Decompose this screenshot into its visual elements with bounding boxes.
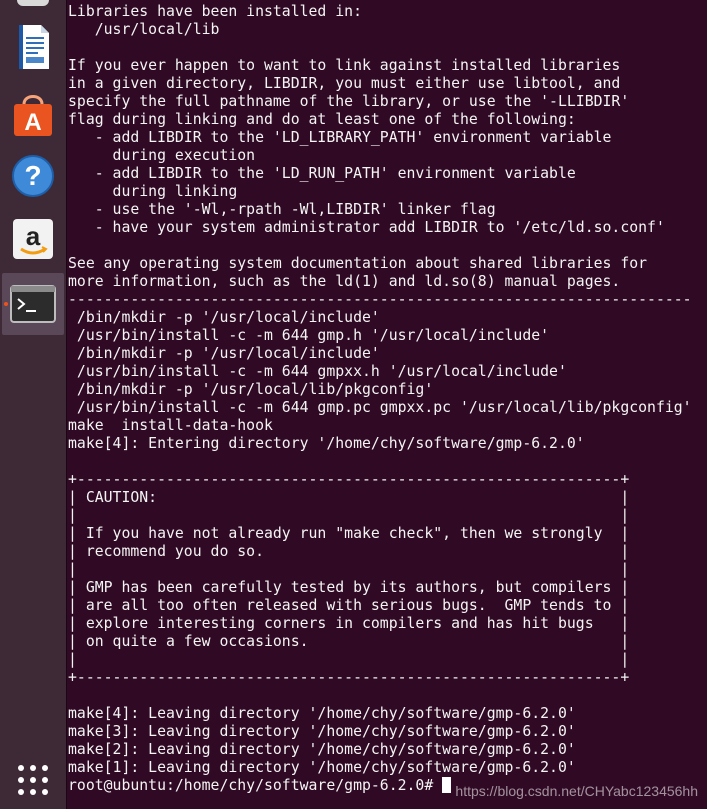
terminal-line: - have your system administrator add LIB… bbox=[68, 219, 665, 236]
terminal-line: /bin/mkdir -p '/usr/local/lib/pkgconfig' bbox=[68, 381, 434, 398]
launcher-item-software[interactable]: A bbox=[2, 86, 64, 142]
libreoffice-writer-icon bbox=[19, 25, 49, 69]
terminal-line: more information, such as the ld(1) and … bbox=[68, 273, 621, 290]
shell-prompt: root@ubuntu:/home/chy/software/gmp-6.2.0… bbox=[68, 777, 443, 794]
terminal-line: during linking bbox=[68, 183, 238, 200]
launcher-dock: A ? a bbox=[0, 0, 66, 809]
terminal-line: See any operating system documentation a… bbox=[68, 255, 648, 272]
terminal-line: | | bbox=[68, 651, 630, 668]
terminal-line: in a given directory, LIBDIR, you must e… bbox=[68, 75, 621, 92]
terminal-window[interactable]: Libraries have been installed in: /usr/l… bbox=[67, 0, 707, 809]
terminal-line: /usr/bin/install -c -m 644 gmp.h '/usr/l… bbox=[68, 327, 550, 344]
terminal-line: /bin/mkdir -p '/usr/local/include' bbox=[68, 309, 380, 326]
terminal-line: | are all too often released with seriou… bbox=[68, 597, 630, 614]
terminal-output[interactable]: Libraries have been installed in: /usr/l… bbox=[67, 0, 707, 795]
terminal-line: make[1]: Leaving directory '/home/chy/so… bbox=[68, 759, 576, 776]
svg-text:a: a bbox=[26, 221, 41, 251]
svg-text:?: ? bbox=[24, 160, 41, 191]
app-grid-icon bbox=[18, 765, 48, 795]
terminal-line: flag during linking and do at least one … bbox=[68, 111, 576, 128]
terminal-line: | GMP has been carefully tested by its a… bbox=[68, 579, 630, 596]
terminal-line: | If you have not already run "make chec… bbox=[68, 525, 630, 542]
terminal-line: | | bbox=[68, 561, 630, 578]
active-indicator bbox=[4, 302, 8, 306]
terminal-line: | on quite a few occasions. | bbox=[68, 633, 630, 650]
terminal-line: | explore interesting corners in compile… bbox=[68, 615, 630, 632]
text-cursor bbox=[442, 777, 452, 793]
terminal-line: | | bbox=[68, 507, 630, 524]
partial-app-icon bbox=[17, 0, 49, 6]
terminal-line: | CAUTION: | bbox=[68, 489, 630, 506]
terminal-line: Libraries have been installed in: bbox=[68, 3, 362, 20]
terminal-line: +---------------------------------------… bbox=[68, 471, 630, 488]
terminal-line: /usr/bin/install -c -m 644 gmp.pc gmpxx.… bbox=[68, 399, 692, 416]
terminal-line: - add LIBDIR to the 'LD_LIBRARY_PATH' en… bbox=[68, 129, 612, 146]
svg-text:A: A bbox=[24, 109, 41, 136]
terminal-line: | recommend you do so. | bbox=[68, 543, 630, 560]
terminal-line: - use the '-Wl,-rpath -Wl,LIBDIR' linker… bbox=[68, 201, 496, 218]
amazon-icon: a bbox=[13, 219, 53, 259]
terminal-line: - add LIBDIR to the 'LD_RUN_PATH' enviro… bbox=[68, 165, 576, 182]
terminal-line: make[4]: Entering directory '/home/chy/s… bbox=[68, 435, 585, 452]
terminal-line: make install-data-hook bbox=[68, 417, 273, 434]
help-icon: ? bbox=[12, 155, 54, 197]
watermark: https://blog.csdn.net/CHYabc123456hh bbox=[455, 783, 698, 799]
terminal-icon bbox=[10, 285, 56, 323]
terminal-line: If you ever happen to want to link again… bbox=[68, 57, 621, 74]
terminal-line: /bin/mkdir -p '/usr/local/include' bbox=[68, 345, 380, 362]
terminal-line: make[4]: Leaving directory '/home/chy/so… bbox=[68, 705, 576, 722]
terminal-line: /usr/local/lib bbox=[68, 21, 220, 38]
terminal-line: specify the full pathname of the library… bbox=[68, 93, 630, 110]
launcher-item-terminal[interactable] bbox=[2, 273, 64, 335]
terminal-line: make[3]: Leaving directory '/home/chy/so… bbox=[68, 723, 576, 740]
terminal-line: make[2]: Leaving directory '/home/chy/so… bbox=[68, 741, 576, 758]
terminal-line: during execution bbox=[68, 147, 256, 164]
launcher-item-amazon[interactable]: a bbox=[2, 211, 64, 267]
terminal-line: /usr/bin/install -c -m 644 gmpxx.h '/usr… bbox=[68, 363, 567, 380]
launcher-item-help[interactable]: ? bbox=[2, 148, 64, 204]
launcher-item-writer[interactable] bbox=[2, 19, 64, 75]
terminal-line: ----------------------------------------… bbox=[68, 291, 692, 308]
launcher-item-show-apps[interactable] bbox=[2, 752, 64, 808]
terminal-line: +---------------------------------------… bbox=[68, 669, 630, 686]
ubuntu-software-icon: A bbox=[14, 95, 52, 136]
launcher-item-partial[interactable] bbox=[2, 0, 64, 16]
